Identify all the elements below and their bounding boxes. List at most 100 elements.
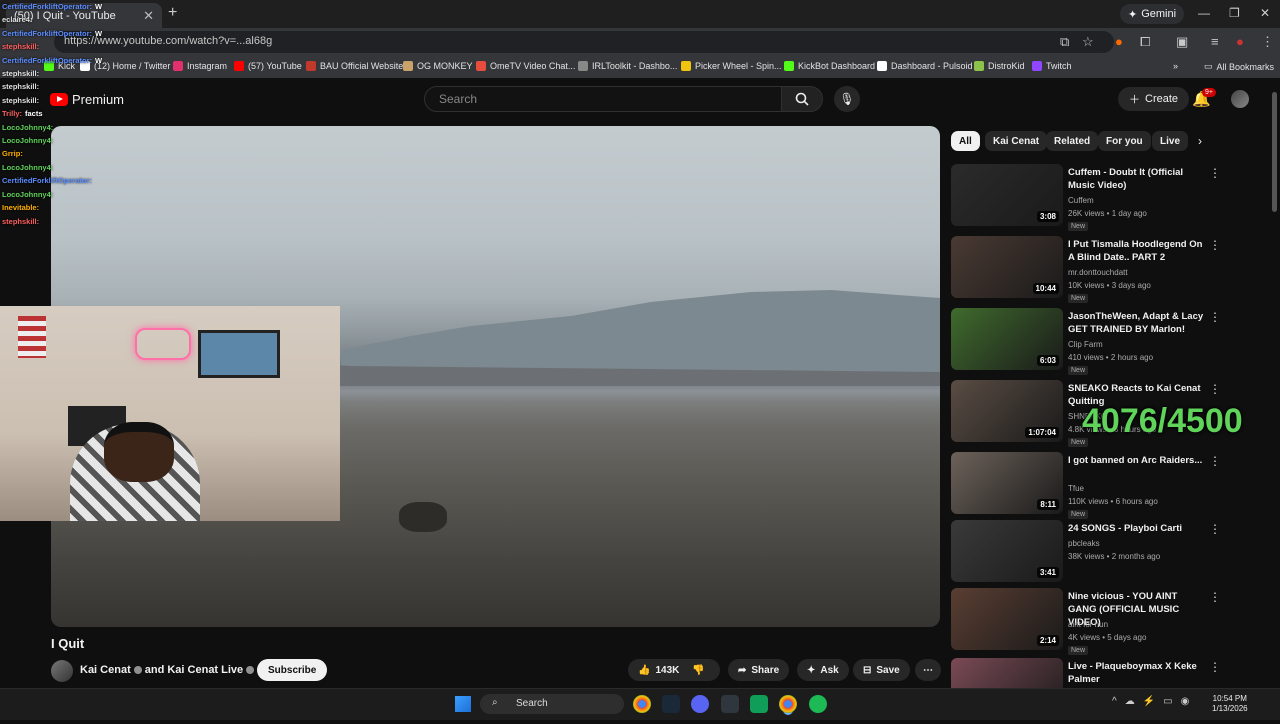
like-count[interactable]: 143K	[655, 665, 679, 676]
discord-taskbar-icon[interactable]	[691, 695, 709, 713]
save-button[interactable]: ⊟ Save	[853, 659, 910, 681]
bookmark-irltoolkit[interactable]: IRLToolkit - Dashbo...	[578, 61, 677, 71]
media-controls-icon[interactable]: ≡	[1211, 34, 1219, 49]
recommendation-item[interactable]: 6:03 JasonTheWeen, Adapt & Lacy GET TRAIN…	[951, 308, 1221, 375]
channel-name-2[interactable]: and Kai Cenat Live	[145, 664, 243, 676]
bookmark-og-monkey[interactable]: OG MONKEY	[403, 61, 473, 71]
page-scrollbar[interactable]	[1272, 92, 1277, 212]
video-thumbnail[interactable]: 6:03	[951, 308, 1063, 370]
more-vertical-icon[interactable]: ⋮	[1209, 454, 1221, 468]
search-input[interactable]: Search	[424, 86, 782, 112]
profile-icon[interactable]: ●	[1236, 34, 1244, 49]
menu-dots-icon[interactable]: ⋮	[1261, 34, 1274, 50]
sidepanel-icon[interactable]: ▣	[1176, 34, 1188, 50]
chat-username: stephskill:	[2, 69, 40, 79]
all-bookmarks[interactable]: ▭ All Bookmarks	[1204, 61, 1274, 72]
bookmark-distrokid[interactable]: DistroKid	[974, 61, 1025, 71]
recommendation-item[interactable]: 2:14 Nine vicious - YOU AINT GANG (OFFICI…	[951, 588, 1221, 655]
subscribe-button[interactable]: Subscribe	[257, 659, 328, 681]
taskbar-clock[interactable]: 10:54 PM 1/13/2026	[1212, 694, 1248, 714]
recommendation-title[interactable]: I Put Tismalla Hoodlegend On A Blind Dat…	[1068, 238, 1208, 264]
recommendation-item[interactable]: 3:08 Cuffem - Doubt It (Official Music Vi…	[951, 164, 1221, 231]
chip-related[interactable]: Related	[1046, 131, 1099, 151]
taskbar-search[interactable]: ⌕ Search	[480, 694, 624, 714]
chip-for-you[interactable]: For you	[1098, 131, 1151, 151]
recommendation-item[interactable]: 8:11 I got banned on Arc Raiders... Tfue 11…	[951, 452, 1221, 519]
voice-search-button[interactable]: 🎙	[834, 86, 860, 112]
more-vertical-icon[interactable]: ⋮	[1209, 660, 1221, 674]
recommendation-title[interactable]: JasonTheWeen, Adapt & Lacy GET TRAINED B…	[1068, 310, 1208, 336]
spotify-taskbar-icon[interactable]	[809, 695, 827, 713]
recommendation-channel[interactable]: Tfue	[1068, 484, 1084, 493]
extension-icon[interactable]: ●	[1115, 34, 1123, 49]
install-icon[interactable]: ⧉	[1060, 34, 1069, 50]
chip-all[interactable]: All	[951, 131, 980, 151]
duration-badge: 1:07:04	[1025, 427, 1059, 438]
ask-button[interactable]: ✦ Ask	[797, 659, 849, 681]
streamer-webcam	[0, 306, 340, 521]
recommendation-title[interactable]: I got banned on Arc Raiders...	[1068, 454, 1208, 467]
recommendation-title[interactable]: Live - Plaqueboymax X Keke Palmer	[1068, 660, 1208, 686]
video-thumbnail[interactable]: 1:07:04	[951, 380, 1063, 442]
create-button[interactable]: ＋ Create	[1118, 87, 1190, 111]
bookmark-star-icon[interactable]: ☆	[1082, 34, 1094, 50]
thumbs-down-icon[interactable]: 👎	[692, 665, 704, 676]
steam-taskbar-icon[interactable]	[662, 695, 680, 713]
stream-goal-counter: 4076/4500	[1082, 402, 1243, 440]
maximize-icon[interactable]: ❐	[1229, 6, 1240, 20]
recommendation-channel[interactable]: Cuffem	[1068, 196, 1094, 205]
share-button[interactable]: ➦ Share	[728, 659, 790, 681]
extensions-puzzle-icon[interactable]: ⧠	[1140, 34, 1150, 50]
chevron-right-icon[interactable]: ›	[1198, 134, 1202, 148]
bookmarks-overflow-icon[interactable]: »	[1173, 61, 1178, 71]
close-window-icon[interactable]: ✕	[1260, 6, 1270, 20]
recommendation-channel[interactable]: mr.donttouchdatt	[1068, 268, 1128, 277]
obs-taskbar-icon[interactable]	[721, 695, 739, 713]
wheel-icon	[681, 61, 691, 71]
more-vertical-icon[interactable]: ⋮	[1209, 310, 1221, 324]
recommendation-channel[interactable]: pbcleaks	[1068, 539, 1100, 548]
recommendation-title[interactable]: 24 SONGS - Playboi Carti	[1068, 522, 1208, 535]
windows-start-icon[interactable]	[455, 696, 471, 712]
recommendation-item[interactable]: 3:41 24 SONGS - Playboi Carti pbcleaks 38K …	[951, 520, 1221, 586]
chat-username: Inevitable:	[2, 203, 40, 213]
bookmark-kickbot[interactable]: KickBot Dashboard	[784, 61, 875, 71]
channel-avatar[interactable]	[51, 660, 73, 682]
more-vertical-icon[interactable]: ⋮	[1209, 166, 1221, 180]
thumbs-up-icon[interactable]: 👍	[638, 665, 650, 676]
bookmark-twitch[interactable]: Twitch	[1032, 61, 1072, 71]
bookmark-ometv[interactable]: OmeTV Video Chat...	[476, 61, 575, 71]
more-vertical-icon[interactable]: ⋮	[1209, 590, 1221, 604]
bookmark-bau[interactable]: BAU Official Website	[306, 61, 403, 71]
bookmark-picker-wheel[interactable]: Picker Wheel - Spin...	[681, 61, 782, 71]
recommendation-channel[interactable]: aint for nun	[1068, 620, 1108, 629]
search-button[interactable]	[781, 86, 823, 112]
video-thumbnail[interactable]: 3:08	[951, 164, 1063, 226]
chip-kai-cenat[interactable]: Kai Cenat	[985, 131, 1048, 151]
chrome-active-taskbar-icon[interactable]	[779, 695, 797, 713]
video-thumbnail[interactable]: 8:11	[951, 452, 1063, 514]
chrome-taskbar-icon[interactable]	[633, 695, 651, 713]
gemini-button[interactable]: ✦ Gemini	[1120, 4, 1185, 24]
recommendation-title[interactable]: Cuffem - Doubt It (Official Music Video)	[1068, 166, 1208, 192]
more-vertical-icon[interactable]: ⋮	[1209, 382, 1221, 396]
gemini-label: Gemini	[1141, 8, 1177, 20]
minimize-icon[interactable]: —	[1198, 6, 1210, 20]
recommendation-channel[interactable]: Clip Farm	[1068, 340, 1103, 349]
video-thumbnail[interactable]: 3:41	[951, 520, 1063, 582]
more-actions-button[interactable]: ⋯	[915, 659, 941, 681]
recommendation-item[interactable]: 10:44 I Put Tismalla Hoodlegend On A Blin…	[951, 236, 1221, 303]
chip-live[interactable]: Live	[1152, 131, 1189, 151]
more-vertical-icon[interactable]: ⋮	[1209, 522, 1221, 536]
chat-text: facts	[25, 109, 43, 119]
system-tray[interactable]: ^☁⚡▭◉	[1112, 696, 1197, 707]
more-vertical-icon[interactable]: ⋮	[1209, 238, 1221, 252]
video-thumbnail[interactable]: 10:44	[951, 236, 1063, 298]
bookmark-pulsoid[interactable]: Dashboard - Pulsoid	[877, 61, 973, 71]
channel-name[interactable]: Kai Cenat	[80, 664, 131, 676]
channel-names[interactable]: Kai Cenat and Kai Cenat Live	[80, 664, 255, 676]
save-label: Save	[876, 664, 900, 676]
account-avatar[interactable]	[1231, 90, 1249, 108]
app-taskbar-icon[interactable]	[750, 695, 768, 713]
video-thumbnail[interactable]: 2:14	[951, 588, 1063, 650]
